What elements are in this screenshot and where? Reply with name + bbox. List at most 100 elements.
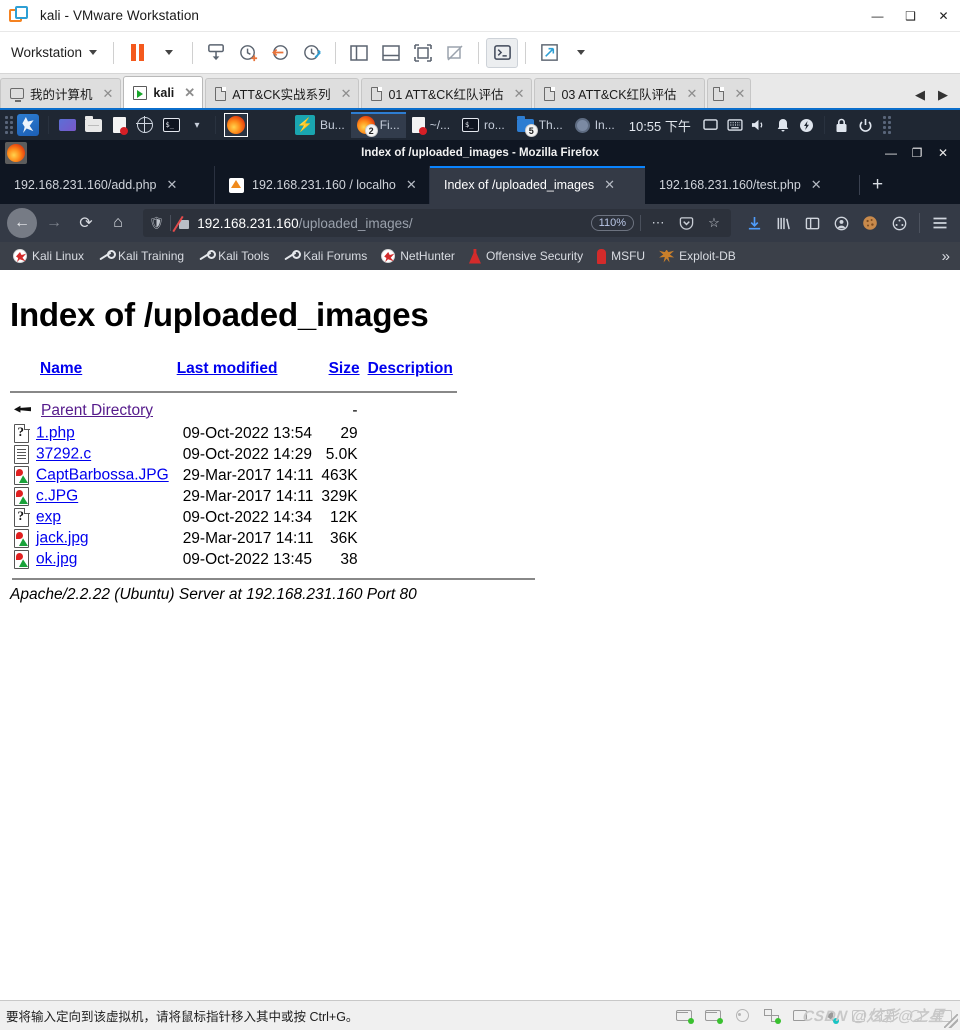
bookmark-msfu[interactable]: MSFU	[590, 248, 652, 264]
scroll-left-icon[interactable]: ◀	[915, 87, 925, 103]
maximize-button[interactable]: ❑	[894, 0, 927, 32]
panel-grip-icon[interactable]	[882, 116, 891, 134]
unity-mode-button[interactable]	[439, 38, 471, 68]
shield-icon[interactable]: 🛡	[149, 216, 164, 230]
pause-button[interactable]	[121, 38, 153, 68]
zoom-level-badge[interactable]: 110%	[590, 215, 634, 231]
minimize-button[interactable]: —	[878, 140, 904, 166]
forward-button[interactable]: →	[39, 208, 69, 238]
library-icon[interactable]	[770, 210, 796, 236]
logout-tray-icon[interactable]	[854, 113, 878, 137]
keyboard-tray-icon[interactable]	[723, 113, 747, 137]
bookmark-nethunter[interactable]: NetHunter	[374, 249, 462, 263]
printer-icon[interactable]	[791, 1008, 809, 1024]
notification-tray-icon[interactable]	[771, 113, 795, 137]
apps-dropdown-button[interactable]: ▾	[184, 113, 210, 137]
vm-tab-attck-03[interactable]: 03 ATT&CK红队评估 ✕	[534, 78, 706, 108]
resize-grip-icon[interactable]	[944, 1014, 958, 1028]
page-actions-button[interactable]: ⋯	[647, 212, 669, 234]
bookmark-kali-tools[interactable]: Kali Tools	[191, 249, 276, 263]
close-icon[interactable]: ✕	[167, 177, 178, 193]
display-tray-icon[interactable]	[699, 113, 723, 137]
container-icon[interactable]	[886, 210, 912, 236]
row-link[interactable]: 1.php	[36, 425, 75, 442]
close-icon[interactable]: ✕	[734, 86, 745, 102]
bookmark-kali-training[interactable]: Kali Training	[91, 249, 191, 263]
menu-icon[interactable]	[927, 210, 953, 236]
pocket-icon[interactable]	[675, 212, 697, 234]
snapshot-manager-button[interactable]	[296, 38, 328, 68]
downloads-icon[interactable]	[741, 210, 767, 236]
taskbar-item-document[interactable]: ~/...	[406, 112, 456, 138]
taskbar-item-burp[interactable]: ⚡ Bu...	[289, 112, 351, 138]
browser-tab-addphp[interactable]: 192.168.231.160/add.php ✕	[0, 166, 215, 204]
row-link[interactable]: exp	[36, 509, 61, 526]
workstation-menu-button[interactable]: Workstation	[0, 41, 106, 64]
hard-disk-icon[interactable]	[675, 1008, 694, 1024]
vm-tab-partial[interactable]: ✕	[707, 78, 752, 108]
taskbar-item-firefox[interactable]: 2 Fi...	[350, 112, 406, 138]
revert-snapshot-button[interactable]	[264, 38, 296, 68]
close-icon[interactable]: ✕	[184, 85, 195, 101]
lock-crossed-icon[interactable]	[177, 216, 191, 231]
shared-folder-icon[interactable]	[907, 1008, 925, 1024]
row-link[interactable]: 37292.c	[36, 446, 91, 463]
reload-button[interactable]: ⟳	[71, 208, 101, 238]
show-thumbnail-bar-button[interactable]	[375, 38, 407, 68]
send-ctrl-alt-del-button[interactable]	[486, 37, 519, 68]
power-tray-icon[interactable]	[795, 113, 819, 137]
close-icon[interactable]: ✕	[341, 86, 352, 102]
hard-disk-2-icon[interactable]	[704, 1008, 723, 1024]
browser-tab-testphp[interactable]: 192.168.231.160/test.php ✕	[645, 166, 859, 204]
close-button[interactable]: ✕	[927, 0, 960, 32]
browser-tab-phpmyadmin[interactable]: 192.168.231.160 / localho ✕	[215, 166, 430, 204]
maximize-button[interactable]: ❐	[904, 140, 930, 166]
volume-tray-icon[interactable]	[747, 113, 771, 137]
close-icon[interactable]: ✕	[103, 86, 114, 102]
taskbar-item-chromium[interactable]: In...	[569, 112, 621, 138]
close-icon[interactable]: ✕	[406, 177, 417, 193]
bookmarks-overflow-button[interactable]: »	[942, 248, 954, 265]
sound-card-icon[interactable]	[820, 1008, 839, 1024]
snapshot-button[interactable]	[200, 38, 232, 68]
account-icon[interactable]	[828, 210, 854, 236]
vm-tab-kali[interactable]: kali ✕	[123, 76, 204, 108]
bookmark-offensive-security[interactable]: Offensive Security	[462, 248, 590, 264]
cd-drive-icon[interactable]	[733, 1008, 751, 1024]
stretch-dropdown-button[interactable]	[565, 38, 597, 68]
cookie-icon[interactable]	[857, 210, 883, 236]
pause-dropdown-button[interactable]	[153, 38, 185, 68]
vm-tab-attck-01[interactable]: 01 ATT&CK红队评估 ✕	[361, 78, 533, 108]
scroll-right-icon[interactable]: ▶	[938, 87, 948, 103]
back-button[interactable]: ←	[7, 208, 37, 238]
full-screen-button[interactable]	[407, 38, 439, 68]
clock[interactable]: 10:55 下午	[621, 116, 699, 135]
sidebar-icon[interactable]	[799, 210, 825, 236]
browser-tab-uploaded-images[interactable]: Index of /uploaded_images ✕	[430, 166, 645, 204]
vm-tab-my-computer[interactable]: 我的计算机 ✕	[0, 78, 122, 108]
row-link[interactable]: ok.jpg	[36, 551, 77, 568]
panel-grip-icon[interactable]	[5, 116, 13, 134]
bookmark-star-icon[interactable]: ☆	[703, 212, 725, 234]
column-header-name[interactable]: Name	[10, 360, 173, 385]
url-bar[interactable]: 🛡 192.168.231.160/uploaded_images/ 110% …	[143, 209, 731, 237]
workspace-switcher-button[interactable]	[54, 113, 80, 137]
taskbar-item-thunar[interactable]: 5 Th...	[511, 112, 569, 138]
firefox-launcher-button[interactable]	[224, 113, 248, 137]
kali-menu-button[interactable]	[17, 114, 43, 136]
terminal-button[interactable]: $_	[158, 113, 184, 137]
bookmark-kali-linux[interactable]: Kali Linux	[6, 249, 91, 263]
column-header-modified[interactable]: Last modified	[173, 360, 318, 385]
close-icon[interactable]: ✕	[604, 177, 615, 193]
row-link[interactable]: c.JPG	[36, 488, 78, 505]
display-icon[interactable]	[878, 1008, 896, 1024]
guest-screen[interactable]: $_ ▾ ⚡ Bu... 2 Fi... ~/... $_ ro... 5 Th…	[0, 110, 960, 1000]
close-button[interactable]: ✕	[930, 140, 956, 166]
minimize-button[interactable]: —	[861, 0, 894, 32]
web-browser-button[interactable]	[132, 113, 158, 137]
take-snapshot-button[interactable]	[232, 38, 264, 68]
taskbar-item-terminal[interactable]: $_ ro...	[456, 112, 511, 138]
column-header-description[interactable]: Description	[364, 360, 457, 385]
close-icon[interactable]: ✕	[811, 177, 822, 193]
row-link[interactable]: CaptBarbossa.JPG	[36, 467, 169, 484]
